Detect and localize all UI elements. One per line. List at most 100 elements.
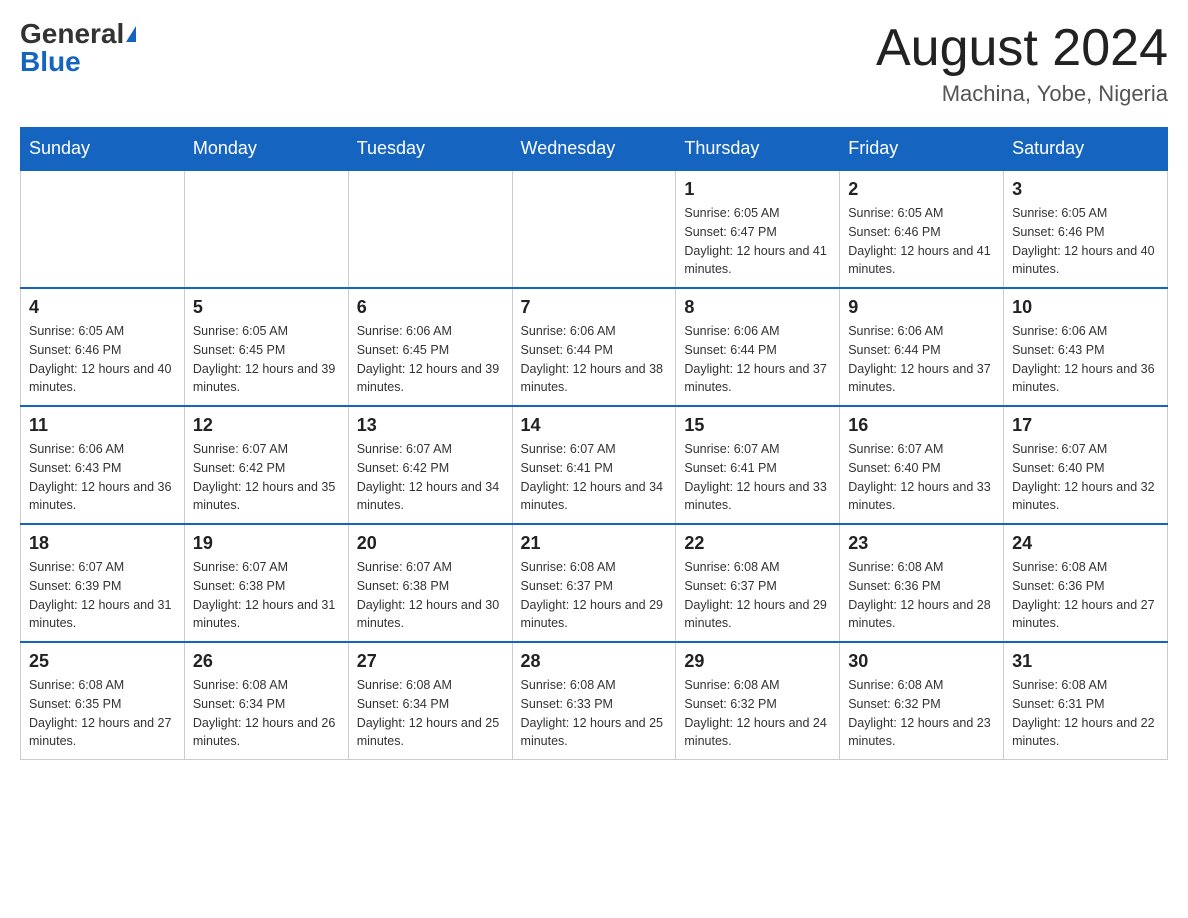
calendar-cell: 24 Sunrise: 6:08 AMSunset: 6:36 PMDayligh… <box>1004 524 1168 642</box>
day-info: Sunrise: 6:08 AMSunset: 6:34 PMDaylight:… <box>193 676 340 751</box>
calendar-cell: 27 Sunrise: 6:08 AMSunset: 6:34 PMDayligh… <box>348 642 512 760</box>
day-info: Sunrise: 6:05 AMSunset: 6:46 PMDaylight:… <box>848 204 995 279</box>
day-info: Sunrise: 6:07 AMSunset: 6:40 PMDaylight:… <box>848 440 995 515</box>
calendar-cell: 26 Sunrise: 6:08 AMSunset: 6:34 PMDayligh… <box>184 642 348 760</box>
day-info: Sunrise: 6:07 AMSunset: 6:39 PMDaylight:… <box>29 558 176 633</box>
calendar-cell: 14 Sunrise: 6:07 AMSunset: 6:41 PMDayligh… <box>512 406 676 524</box>
calendar-week-row: 11 Sunrise: 6:06 AMSunset: 6:43 PMDayligh… <box>21 406 1168 524</box>
day-info: Sunrise: 6:05 AMSunset: 6:47 PMDaylight:… <box>684 204 831 279</box>
day-number: 26 <box>193 651 340 672</box>
day-number: 18 <box>29 533 176 554</box>
day-number: 6 <box>357 297 504 318</box>
calendar-cell: 23Sunrise: 6:08 AMSunset: 6:36 PMDayligh… <box>840 524 1004 642</box>
calendar-cell: 11 Sunrise: 6:06 AMSunset: 6:43 PMDayligh… <box>21 406 185 524</box>
day-info: Sunrise: 6:08 AMSunset: 6:37 PMDaylight:… <box>521 558 668 633</box>
day-number: 2 <box>848 179 995 200</box>
logo-triangle-icon <box>126 26 136 42</box>
day-number: 4 <box>29 297 176 318</box>
calendar-cell: 1Sunrise: 6:05 AMSunset: 6:47 PMDaylight… <box>676 170 840 288</box>
day-number: 20 <box>357 533 504 554</box>
day-info: Sunrise: 6:05 AMSunset: 6:46 PMDaylight:… <box>29 322 176 397</box>
day-info: Sunrise: 6:07 AMSunset: 6:41 PMDaylight:… <box>521 440 668 515</box>
day-info: Sunrise: 6:06 AMSunset: 6:45 PMDaylight:… <box>357 322 504 397</box>
title-block: August 2024 Machina, Yobe, Nigeria <box>876 20 1168 107</box>
day-info: Sunrise: 6:06 AMSunset: 6:44 PMDaylight:… <box>848 322 995 397</box>
day-info: Sunrise: 6:08 AMSunset: 6:35 PMDaylight:… <box>29 676 176 751</box>
day-of-week-header: Sunday <box>21 128 185 171</box>
day-of-week-header: Tuesday <box>348 128 512 171</box>
calendar-cell: 18 Sunrise: 6:07 AMSunset: 6:39 PMDayligh… <box>21 524 185 642</box>
logo: General Blue <box>20 20 136 76</box>
calendar-header-row: SundayMondayTuesdayWednesdayThursdayFrid… <box>21 128 1168 171</box>
calendar-cell <box>21 170 185 288</box>
calendar-week-row: 4 Sunrise: 6:05 AMSunset: 6:46 PMDaylight… <box>21 288 1168 406</box>
day-number: 31 <box>1012 651 1159 672</box>
day-number: 29 <box>684 651 831 672</box>
day-number: 28 <box>521 651 668 672</box>
calendar-cell: 25Sunrise: 6:08 AMSunset: 6:35 PMDayligh… <box>21 642 185 760</box>
day-info: Sunrise: 6:06 AMSunset: 6:43 PMDaylight:… <box>1012 322 1159 397</box>
day-info: Sunrise: 6:07 AMSunset: 6:38 PMDaylight:… <box>193 558 340 633</box>
day-number: 14 <box>521 415 668 436</box>
day-number: 3 <box>1012 179 1159 200</box>
day-number: 16 <box>848 415 995 436</box>
day-info: Sunrise: 6:06 AMSunset: 6:44 PMDaylight:… <box>521 322 668 397</box>
day-info: Sunrise: 6:08 AMSunset: 6:34 PMDaylight:… <box>357 676 504 751</box>
day-number: 19 <box>193 533 340 554</box>
day-number: 24 <box>1012 533 1159 554</box>
day-info: Sunrise: 6:08 AMSunset: 6:36 PMDaylight:… <box>1012 558 1159 633</box>
day-info: Sunrise: 6:06 AMSunset: 6:44 PMDaylight:… <box>684 322 831 397</box>
calendar-cell <box>512 170 676 288</box>
day-info: Sunrise: 6:08 AMSunset: 6:33 PMDaylight:… <box>521 676 668 751</box>
calendar-cell: 13Sunrise: 6:07 AMSunset: 6:42 PMDayligh… <box>348 406 512 524</box>
day-number: 15 <box>684 415 831 436</box>
day-number: 27 <box>357 651 504 672</box>
day-info: Sunrise: 6:07 AMSunset: 6:41 PMDaylight:… <box>684 440 831 515</box>
calendar-cell: 21 Sunrise: 6:08 AMSunset: 6:37 PMDayligh… <box>512 524 676 642</box>
day-number: 5 <box>193 297 340 318</box>
calendar-cell <box>184 170 348 288</box>
calendar-week-row: 18 Sunrise: 6:07 AMSunset: 6:39 PMDayligh… <box>21 524 1168 642</box>
day-of-week-header: Wednesday <box>512 128 676 171</box>
calendar-cell: 10Sunrise: 6:06 AMSunset: 6:43 PMDayligh… <box>1004 288 1168 406</box>
day-number: 13 <box>357 415 504 436</box>
calendar-cell: 3 Sunrise: 6:05 AMSunset: 6:46 PMDaylight… <box>1004 170 1168 288</box>
calendar-week-row: 25Sunrise: 6:08 AMSunset: 6:35 PMDayligh… <box>21 642 1168 760</box>
day-of-week-header: Friday <box>840 128 1004 171</box>
day-info: Sunrise: 6:05 AMSunset: 6:46 PMDaylight:… <box>1012 204 1159 279</box>
calendar-cell: 28 Sunrise: 6:08 AMSunset: 6:33 PMDayligh… <box>512 642 676 760</box>
calendar-cell <box>348 170 512 288</box>
day-info: Sunrise: 6:06 AMSunset: 6:43 PMDaylight:… <box>29 440 176 515</box>
day-info: Sunrise: 6:07 AMSunset: 6:42 PMDaylight:… <box>193 440 340 515</box>
page-header: General Blue August 2024 Machina, Yobe, … <box>20 20 1168 107</box>
day-info: Sunrise: 6:08 AMSunset: 6:31 PMDaylight:… <box>1012 676 1159 751</box>
day-info: Sunrise: 6:07 AMSunset: 6:40 PMDaylight:… <box>1012 440 1159 515</box>
calendar-cell: 6 Sunrise: 6:06 AMSunset: 6:45 PMDaylight… <box>348 288 512 406</box>
month-title: August 2024 <box>876 20 1168 77</box>
logo-blue-text: Blue <box>20 48 81 76</box>
logo-general-text: General <box>20 20 124 48</box>
calendar-cell: 5 Sunrise: 6:05 AMSunset: 6:45 PMDaylight… <box>184 288 348 406</box>
day-of-week-header: Thursday <box>676 128 840 171</box>
calendar-week-row: 1Sunrise: 6:05 AMSunset: 6:47 PMDaylight… <box>21 170 1168 288</box>
day-info: Sunrise: 6:08 AMSunset: 6:32 PMDaylight:… <box>684 676 831 751</box>
calendar-cell: 17Sunrise: 6:07 AMSunset: 6:40 PMDayligh… <box>1004 406 1168 524</box>
day-number: 22 <box>684 533 831 554</box>
calendar-cell: 22Sunrise: 6:08 AMSunset: 6:37 PMDayligh… <box>676 524 840 642</box>
calendar-cell: 7 Sunrise: 6:06 AMSunset: 6:44 PMDaylight… <box>512 288 676 406</box>
day-number: 23 <box>848 533 995 554</box>
day-info: Sunrise: 6:08 AMSunset: 6:32 PMDaylight:… <box>848 676 995 751</box>
calendar-cell: 9Sunrise: 6:06 AMSunset: 6:44 PMDaylight… <box>840 288 1004 406</box>
calendar-cell: 20 Sunrise: 6:07 AMSunset: 6:38 PMDayligh… <box>348 524 512 642</box>
day-number: 7 <box>521 297 668 318</box>
day-info: Sunrise: 6:07 AMSunset: 6:38 PMDaylight:… <box>357 558 504 633</box>
day-info: Sunrise: 6:05 AMSunset: 6:45 PMDaylight:… <box>193 322 340 397</box>
day-number: 11 <box>29 415 176 436</box>
calendar-cell: 16 Sunrise: 6:07 AMSunset: 6:40 PMDayligh… <box>840 406 1004 524</box>
calendar-table: SundayMondayTuesdayWednesdayThursdayFrid… <box>20 127 1168 760</box>
day-number: 21 <box>521 533 668 554</box>
day-of-week-header: Monday <box>184 128 348 171</box>
calendar-cell: 31 Sunrise: 6:08 AMSunset: 6:31 PMDayligh… <box>1004 642 1168 760</box>
calendar-cell: 12Sunrise: 6:07 AMSunset: 6:42 PMDayligh… <box>184 406 348 524</box>
calendar-cell: 15 Sunrise: 6:07 AMSunset: 6:41 PMDayligh… <box>676 406 840 524</box>
